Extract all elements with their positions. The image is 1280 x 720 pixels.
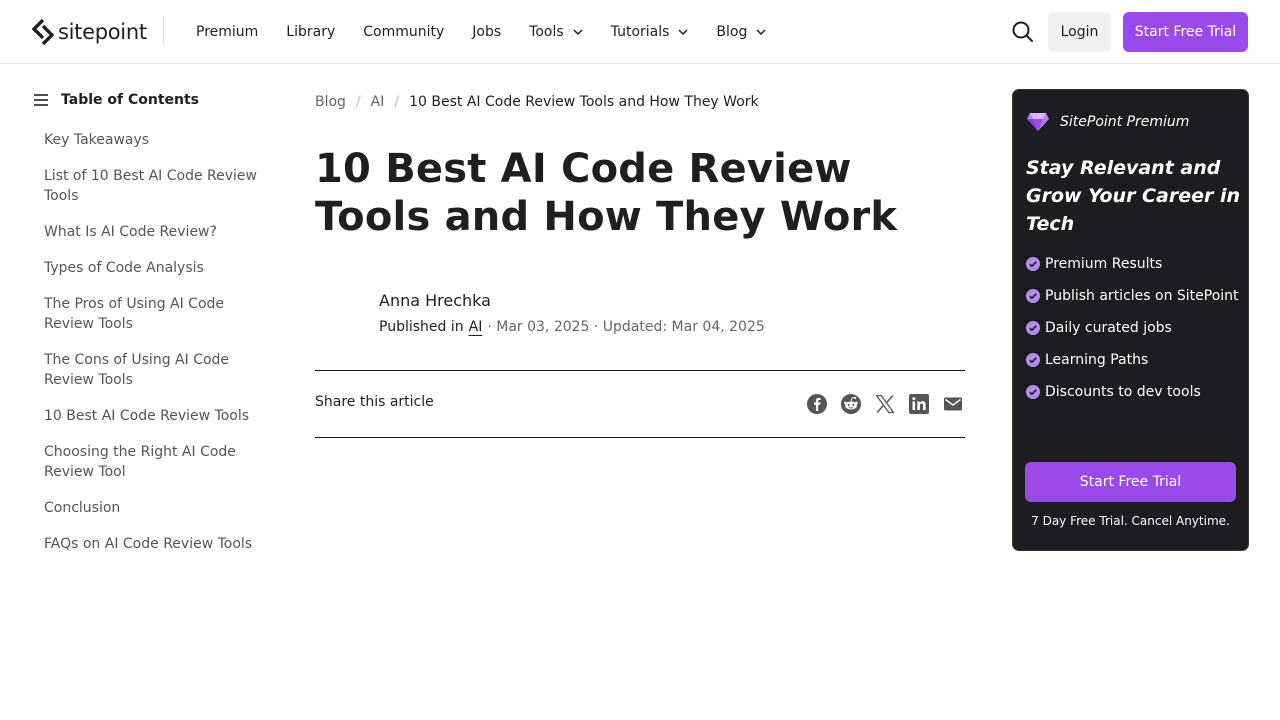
email-icon	[944, 397, 962, 411]
article-meta: Published in AI · Mar 03, 2025 · Updated…	[379, 318, 765, 336]
toc-item[interactable]: 10 Best AI Code Review Tools	[44, 406, 264, 426]
premium-feature-label: Premium Results	[1045, 256, 1163, 272]
toc-item[interactable]: The Cons of Using AI Code Review Tools	[44, 350, 264, 390]
linkedin-icon	[909, 394, 929, 414]
sitepoint-logo-mark-icon	[32, 19, 54, 45]
premium-feature-label: Learning Paths	[1045, 352, 1149, 368]
toc-item[interactable]: List of 10 Best AI Code Review Tools	[44, 166, 264, 206]
toc-item[interactable]: Choosing the Right AI Code Review Tool	[44, 442, 264, 482]
share-facebook-button[interactable]	[805, 392, 829, 416]
nav-community[interactable]: Community	[363, 24, 444, 40]
main-nav: Premium Library Community Jobs Tools Tut…	[196, 0, 794, 64]
check-circle-icon	[1026, 289, 1040, 303]
share-x-button[interactable]	[873, 392, 897, 416]
menu-icon	[34, 94, 48, 106]
premium-feature-label: Publish articles on SitePoint	[1045, 288, 1239, 304]
nav-label: Jobs	[472, 24, 502, 40]
share-bar: Share this article	[315, 370, 965, 438]
breadcrumb-separator: /	[355, 94, 361, 110]
premium-feature: Daily curated jobs	[1026, 318, 1241, 338]
premium-feature: Publish articles on SitePoint	[1026, 286, 1241, 306]
premium-promo-card: SitePoint Premium Stay Relevant and Grow…	[1012, 89, 1249, 551]
premium-feature-label: Discounts to dev tools	[1045, 384, 1201, 400]
breadcrumb-blog[interactable]: Blog	[315, 94, 346, 110]
search-icon	[1012, 21, 1033, 42]
breadcrumb: Blog / AI / 10 Best AI Code Review Tools…	[315, 92, 759, 112]
chevron-down-icon	[573, 29, 583, 35]
chevron-down-icon	[756, 29, 766, 35]
toc-item[interactable]: The Pros of Using AI Code Review Tools	[44, 294, 264, 334]
page-title: 10 Best AI Code Review Tools and How The…	[315, 146, 898, 240]
breadcrumb-separator: /	[394, 94, 400, 110]
nav-label: Library	[286, 24, 336, 40]
author-name[interactable]: Anna Hrechka	[379, 291, 491, 310]
toc-item[interactable]: Types of Code Analysis	[44, 258, 264, 278]
check-circle-icon	[1026, 385, 1040, 399]
category-link[interactable]: AI	[469, 319, 483, 335]
share-reddit-button[interactable]	[839, 392, 863, 416]
reddit-icon	[841, 394, 861, 414]
nav-tools[interactable]: Tools	[529, 24, 583, 40]
premium-feature: Premium Results	[1026, 254, 1241, 274]
share-label: Share this article	[315, 394, 434, 410]
search-button[interactable]	[1010, 19, 1036, 45]
article-dates: · Mar 03, 2025 · Updated: Mar 04, 2025	[487, 319, 765, 335]
nav-label: Community	[363, 24, 445, 40]
premium-trial-note: 7 Day Free Trial. Cancel Anytime.	[1031, 514, 1230, 528]
nav-blog[interactable]: Blog	[716, 24, 766, 40]
published-prefix: Published in	[379, 319, 464, 335]
diamond-icon	[1027, 113, 1049, 131]
nav-tutorials[interactable]: Tutorials	[611, 24, 689, 40]
premium-feature-list: Premium Results Publish articles on Site…	[1026, 254, 1241, 414]
premium-brand: SitePoint Premium	[1026, 112, 1189, 132]
toc-item[interactable]: FAQs on AI Code Review Tools	[44, 534, 264, 554]
login-button[interactable]: Login	[1048, 12, 1111, 52]
toc-title: Table of Contents	[61, 92, 200, 108]
logo-text: sitepoint	[58, 20, 147, 44]
nav-label: Blog	[716, 24, 748, 40]
nav-label: Premium	[196, 24, 259, 40]
nav-jobs[interactable]: Jobs	[472, 24, 501, 40]
facebook-icon	[807, 394, 827, 414]
breadcrumb-current: 10 Best AI Code Review Tools and How The…	[409, 94, 759, 110]
table-of-contents: Table of Contents Key Takeaways List of …	[32, 89, 272, 552]
start-free-trial-button[interactable]: Start Free Trial	[1123, 12, 1248, 52]
share-email-button[interactable]	[941, 392, 965, 416]
header-divider	[163, 16, 164, 44]
premium-brand-text: SitePoint Premium	[1060, 114, 1190, 130]
nav-library[interactable]: Library	[286, 24, 335, 40]
premium-start-trial-button[interactable]: Start Free Trial	[1025, 462, 1236, 502]
toc-header[interactable]: Table of Contents	[32, 89, 272, 111]
share-icons	[795, 392, 965, 416]
toc-item[interactable]: What Is AI Code Review?	[44, 222, 264, 242]
check-circle-icon	[1026, 353, 1040, 367]
sitepoint-logo[interactable]: sitepoint	[32, 18, 147, 46]
share-linkedin-button[interactable]	[907, 392, 931, 416]
nav-label: Tutorials	[610, 24, 670, 40]
toc-list: Key Takeaways List of 10 Best AI Code Re…	[44, 130, 264, 570]
premium-feature: Learning Paths	[1026, 350, 1241, 370]
toc-item[interactable]: Conclusion	[44, 498, 264, 518]
premium-feature: Discounts to dev tools	[1026, 382, 1241, 402]
breadcrumb-ai[interactable]: AI	[371, 94, 385, 110]
nav-label: Tools	[529, 24, 564, 40]
toc-item[interactable]: Key Takeaways	[44, 130, 264, 150]
site-header: sitepoint Premium Library Community Jobs…	[0, 0, 1280, 64]
check-circle-icon	[1026, 321, 1040, 335]
x-icon	[875, 394, 895, 414]
premium-feature-label: Daily curated jobs	[1045, 320, 1172, 336]
premium-headline: Stay Relevant and Grow Your Career in Te…	[1026, 157, 1240, 235]
check-circle-icon	[1026, 257, 1040, 271]
nav-premium[interactable]: Premium	[196, 24, 258, 40]
chevron-down-icon	[678, 29, 688, 35]
